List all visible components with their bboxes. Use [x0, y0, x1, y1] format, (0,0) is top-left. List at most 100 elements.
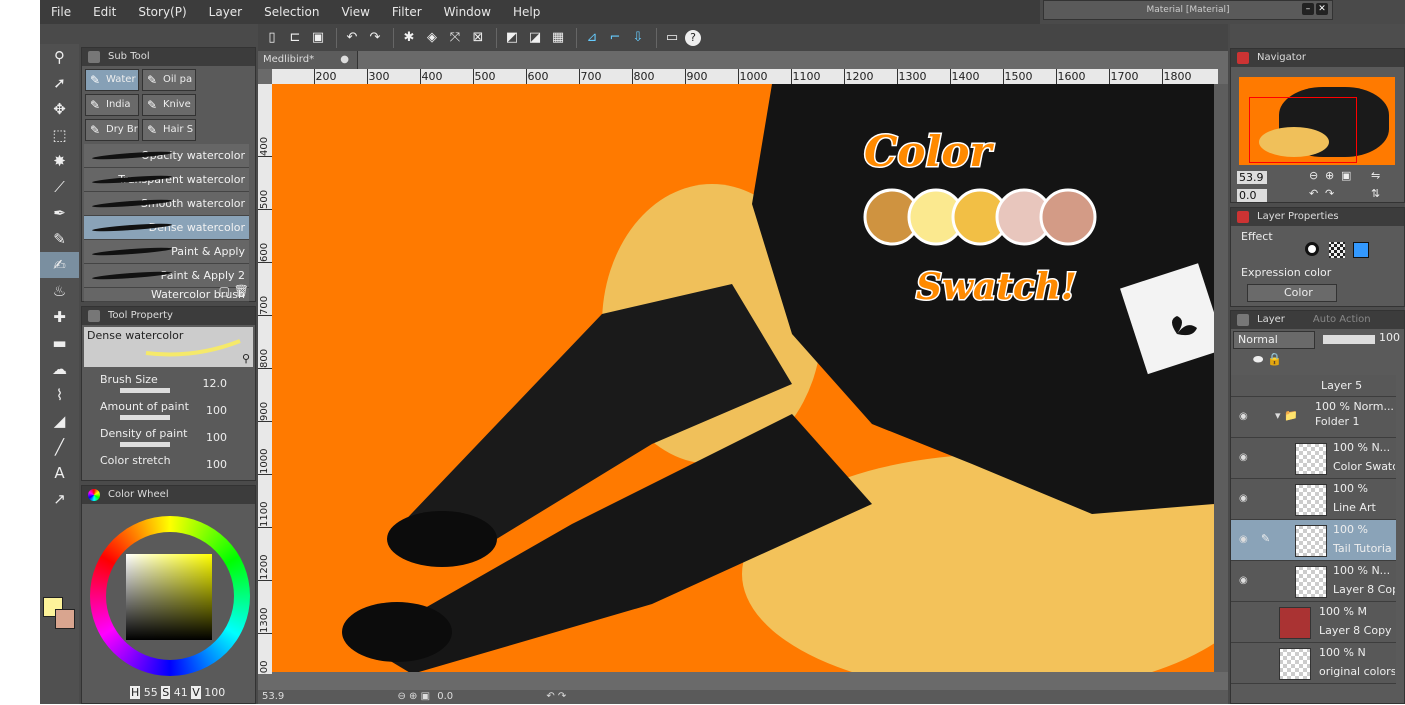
layout-icon[interactable]: ▭: [662, 28, 682, 48]
layer-row[interactable]: ◉ 100 % N... Color Swatc: [1231, 438, 1396, 479]
airbrush-tool-icon[interactable]: ♨: [40, 278, 79, 304]
undo-icon[interactable]: ↶: [342, 28, 362, 48]
auto-action-tab[interactable]: Auto Action: [1313, 314, 1371, 325]
flip-v-icon[interactable]: ⇅: [1371, 187, 1380, 200]
gradient-tool-icon[interactable]: ◢: [40, 408, 79, 434]
ruler-snap-icon[interactable]: ⊿: [582, 28, 602, 48]
transform-icon[interactable]: ⤧: [445, 28, 465, 48]
nav-zoom-in-icon[interactable]: ⊕: [1325, 169, 1334, 182]
auto-select-icon[interactable]: ✸: [40, 148, 79, 174]
delete-subtool-icon[interactable]: 🗑: [234, 284, 249, 298]
mask-icon[interactable]: ⬬: [1253, 352, 1263, 366]
menu-window[interactable]: Window: [433, 5, 502, 19]
zoom-in-icon[interactable]: ⊕: [409, 691, 417, 702]
special-ruler-snap-icon[interactable]: ⌐: [605, 28, 625, 48]
subtool-group-drybrush[interactable]: Dry Br: [85, 119, 139, 141]
pencil-tool-icon[interactable]: ✎: [40, 226, 79, 252]
nav-zoom-value[interactable]: 53.9: [1237, 171, 1267, 184]
redo-icon[interactable]: ↷: [365, 28, 385, 48]
nav-angle-value[interactable]: 0.0: [1237, 189, 1267, 202]
grid-snap-icon[interactable]: ⇩: [628, 28, 648, 48]
tone-effect-icon[interactable]: [1329, 242, 1345, 258]
clear-icon[interactable]: ✱: [399, 28, 419, 48]
menu-filter[interactable]: Filter: [381, 5, 433, 19]
zoom-out-icon[interactable]: ⊖: [397, 691, 405, 702]
brush-tool-icon[interactable]: ✍: [40, 252, 79, 278]
eyedropper-icon[interactable]: ⟋: [40, 174, 79, 200]
blend-tool-icon[interactable]: ☁: [40, 356, 79, 382]
layer-row-selected[interactable]: ◉ ✎ 100 % Tail Tutoria: [1231, 520, 1396, 561]
subtool-group-hair[interactable]: Hair S: [142, 119, 196, 141]
prop-brush-size[interactable]: Brush Size 12.0: [82, 369, 255, 396]
brush-item[interactable]: Transparent watercolor: [84, 168, 249, 192]
move-layer-icon[interactable]: ✥: [40, 96, 79, 122]
subtool-group-knife[interactable]: Knive: [142, 94, 196, 116]
brush-item[interactable]: Opacity watercolor: [84, 144, 249, 168]
menu-selection[interactable]: Selection: [253, 5, 330, 19]
layer-color-icon[interactable]: [1353, 242, 1369, 258]
operation-tool-icon[interactable]: ➚: [40, 70, 79, 96]
subtool-group-watercolor[interactable]: Water: [85, 69, 139, 91]
saturation-value-square[interactable]: [126, 554, 212, 640]
rotate-right-icon[interactable]: ↷: [558, 691, 566, 702]
expression-color-select[interactable]: Color: [1247, 284, 1337, 302]
layer-row[interactable]: ◉ 100 % Line Art: [1231, 479, 1396, 520]
zoom-tool-icon[interactable]: ⚲: [40, 44, 79, 70]
layer-row[interactable]: Layer 5: [1231, 375, 1396, 397]
crop-icon[interactable]: ◩: [502, 28, 522, 48]
nav-rotate-left-icon[interactable]: ↶: [1309, 187, 1318, 200]
nav-rotate-right-icon[interactable]: ↷: [1325, 187, 1334, 200]
prop-amount-paint[interactable]: Amount of paint 100: [82, 396, 255, 423]
rotate-left-icon[interactable]: ↶: [546, 691, 554, 702]
navigator-thumbnail[interactable]: [1239, 77, 1395, 165]
close-icon[interactable]: ✕: [1316, 3, 1328, 15]
menu-layer[interactable]: Layer: [198, 5, 253, 19]
opacity-slider[interactable]: [1323, 335, 1375, 344]
border-effect-icon[interactable]: [1305, 242, 1319, 256]
flip-h-icon[interactable]: ⇋: [1371, 169, 1380, 182]
subtool-group-oil[interactable]: Oil pa: [142, 69, 196, 91]
menu-help[interactable]: Help: [502, 5, 551, 19]
brush-item[interactable]: Smooth watercolor: [84, 192, 249, 216]
layer-row-folder[interactable]: ◉ ▾ 📁 100 % Norm... Folder 1: [1231, 397, 1396, 438]
fill-icon[interactable]: ◈: [422, 28, 442, 48]
brush-item-selected[interactable]: Dense watercolor: [84, 216, 249, 240]
vertical-scrollbar[interactable]: [1214, 84, 1228, 672]
layer-row[interactable]: 100 % Noriginal colors: [1231, 643, 1396, 684]
text-tool-icon[interactable]: A: [40, 460, 79, 486]
blend-mode-select[interactable]: Normal: [1233, 331, 1315, 349]
view-frame[interactable]: [1249, 97, 1357, 163]
figure-tool-icon[interactable]: ╱: [40, 434, 79, 460]
new-file-icon[interactable]: ▯: [262, 28, 282, 48]
save-icon[interactable]: ▣: [308, 28, 328, 48]
eraser-tool-icon[interactable]: ▬: [40, 330, 79, 356]
correct-line-icon[interactable]: ↗: [40, 486, 79, 512]
layer-row[interactable]: 100 % M Layer 8 Copy 3: [1231, 602, 1396, 643]
sub-color-swatch[interactable]: [55, 609, 75, 629]
invert-selection-icon[interactable]: ◪: [525, 28, 545, 48]
layer-row[interactable]: ◉ 100 % N... Layer 8 Cop: [1231, 561, 1396, 602]
lock-icon[interactable]: 🔒: [1267, 352, 1282, 366]
minimize-icon[interactable]: –: [1302, 3, 1314, 15]
menu-story[interactable]: Story(P): [127, 5, 197, 19]
menu-edit[interactable]: Edit: [82, 5, 127, 19]
subtool-group-india[interactable]: India: [85, 94, 139, 116]
new-subtool-icon[interactable]: ▢: [219, 284, 230, 298]
deselect-icon[interactable]: ⊠: [468, 28, 488, 48]
angle-value[interactable]: 0.0: [437, 691, 453, 702]
decoration-tool-icon[interactable]: ✚: [40, 304, 79, 330]
prop-color-stretch[interactable]: Color stretch 100: [82, 450, 255, 477]
zoom-value[interactable]: 53.9: [262, 691, 284, 702]
layer-tab[interactable]: Layer: [1257, 314, 1285, 325]
drawing-canvas[interactable]: Color Swatch!: [272, 84, 1214, 672]
menu-view[interactable]: View: [330, 5, 380, 19]
show-selection-icon[interactable]: ▦: [548, 28, 568, 48]
fill-tool-icon[interactable]: ⌇: [40, 382, 79, 408]
prop-density-paint[interactable]: Density of paint 100: [82, 423, 255, 450]
document-tab[interactable]: Medlibird* ●: [258, 51, 358, 69]
material-panel-titlebar[interactable]: Material [Material] – ✕: [1043, 0, 1333, 20]
magnifier-icon[interactable]: ⚲: [242, 352, 250, 365]
nav-zoom-out-icon[interactable]: ⊖: [1309, 169, 1318, 182]
brush-item[interactable]: Paint & Apply: [84, 240, 249, 264]
open-file-icon[interactable]: ⊏: [285, 28, 305, 48]
